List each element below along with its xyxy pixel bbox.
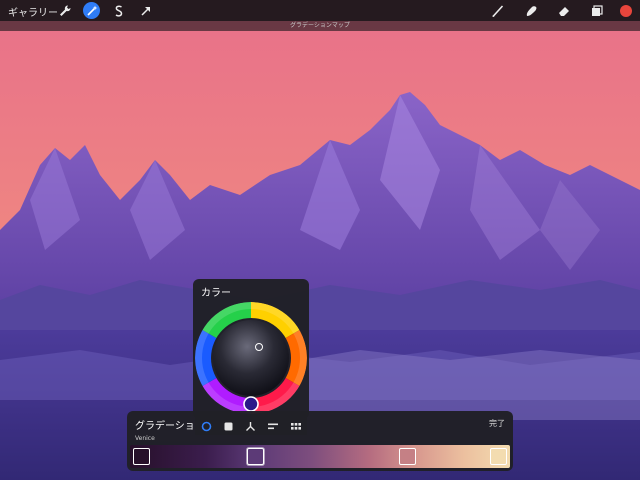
gallery-button[interactable]: ギャラリー bbox=[8, 4, 58, 19]
wrench-icon[interactable] bbox=[56, 2, 73, 19]
gradient-stop[interactable] bbox=[398, 448, 416, 465]
eraser-icon[interactable] bbox=[555, 2, 572, 19]
gradient-preset-name: Venice bbox=[135, 435, 155, 442]
disc-mode-icon[interactable] bbox=[199, 419, 213, 433]
gradient-stop[interactable] bbox=[132, 448, 150, 465]
color-popup: カラー bbox=[193, 279, 309, 419]
done-button[interactable]: 完了 bbox=[489, 418, 505, 429]
color-mode-tabs bbox=[195, 417, 307, 435]
color-popup-title: カラー bbox=[201, 288, 231, 299]
value-mode-icon[interactable] bbox=[266, 419, 280, 433]
transform-arrow-icon[interactable] bbox=[137, 2, 154, 19]
gradient-map-panel: グラデーショ 完了 Venice bbox=[127, 411, 513, 471]
classic-mode-icon[interactable] bbox=[222, 419, 236, 433]
color-disc[interactable] bbox=[193, 301, 309, 417]
gradient-stop[interactable] bbox=[246, 448, 264, 465]
gradient-bar[interactable] bbox=[130, 445, 510, 468]
magic-wand-icon[interactable] bbox=[83, 2, 100, 19]
smudge-icon[interactable] bbox=[522, 2, 539, 19]
top-toolbar: ギャラリー bbox=[0, 0, 640, 21]
palettes-mode-icon[interactable] bbox=[289, 419, 303, 433]
gradient-map-subtitle: グラデーションマップ bbox=[0, 21, 640, 31]
hue-handle bbox=[243, 396, 259, 412]
harmony-mode-icon[interactable] bbox=[244, 419, 258, 433]
saturation-disc bbox=[213, 320, 289, 396]
selection-icon[interactable] bbox=[110, 2, 127, 19]
layers-icon[interactable] bbox=[588, 2, 605, 19]
gradient-stop[interactable] bbox=[490, 448, 508, 465]
artwork-canvas[interactable] bbox=[0, 0, 640, 480]
color-swatch-icon[interactable] bbox=[617, 2, 634, 19]
brush-icon[interactable] bbox=[489, 2, 506, 19]
gradient-panel-title: グラデーショ bbox=[135, 421, 195, 432]
